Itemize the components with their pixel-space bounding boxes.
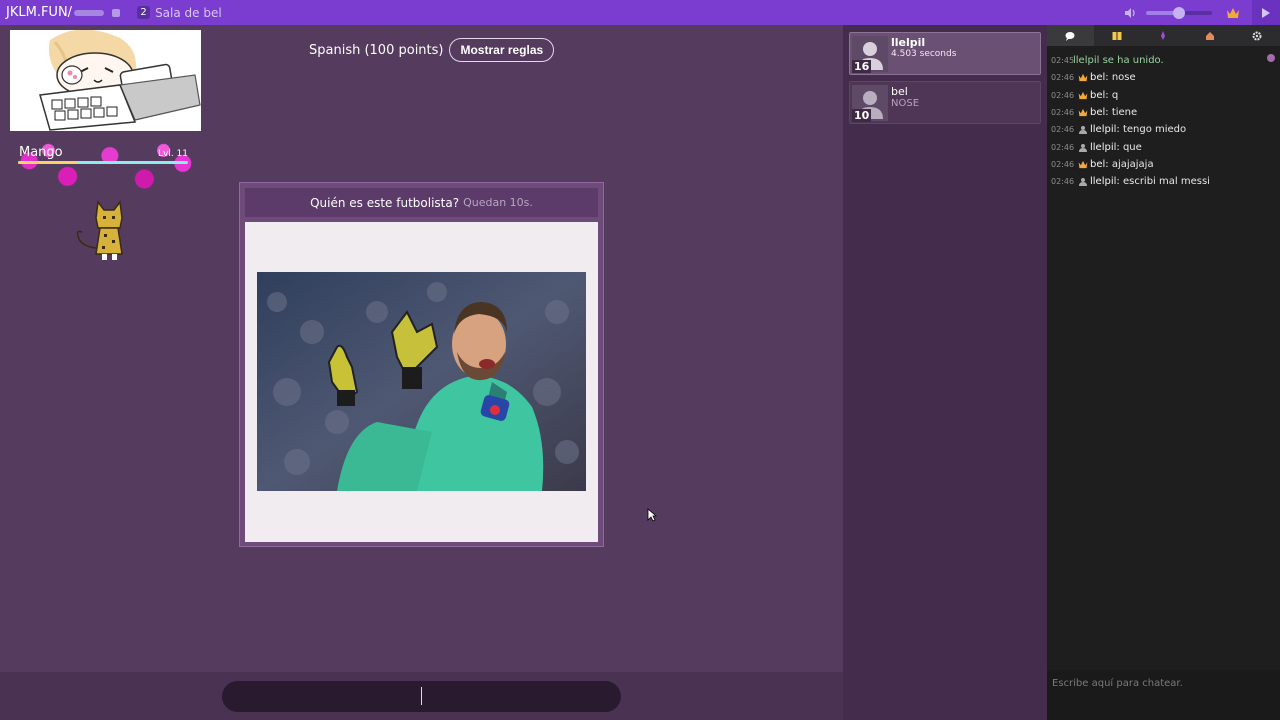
players-panel: 16 llelpil 4.503 seconds 10 bel NOSE	[843, 25, 1047, 720]
chat-message: 02:46 bel: q	[1047, 87, 1280, 104]
house-icon	[1206, 31, 1215, 40]
xp-bar-fill	[18, 161, 78, 164]
crown-icon	[1077, 73, 1088, 82]
chat-message-nick[interactable]: bel	[1090, 159, 1105, 170]
room-number-badge: 2	[137, 6, 151, 19]
game-info-line: Spanish (100 points) Mostrar reglas	[309, 38, 555, 62]
anime-keyboard-illustration	[10, 30, 201, 131]
chat-message: 02:45 llelpil se ha unido.	[1047, 52, 1280, 69]
room-name: Sala de bel	[155, 5, 222, 20]
chat-message-time: 02:46	[1051, 108, 1075, 118]
room-code-blurred	[74, 9, 105, 16]
play-button[interactable]	[1252, 0, 1280, 25]
profile-avatar-banner	[10, 30, 201, 131]
player-name: Mango	[19, 145, 63, 160]
chat-message: 02:46 bel: nose	[1047, 69, 1280, 86]
volume-icon[interactable]	[1124, 7, 1136, 19]
user-icon	[1077, 125, 1088, 135]
player-nameplate: Mango Lvl. 11	[10, 140, 202, 192]
question-timer: Quedan 10s.	[463, 196, 533, 209]
settings-icon	[1252, 31, 1262, 40]
player-status: 4.503 seconds	[891, 49, 957, 59]
chat-message-nick[interactable]: llelpil	[1090, 124, 1116, 135]
tab-rocket[interactable]	[1140, 25, 1187, 46]
chat-message-time: 02:46	[1051, 125, 1075, 135]
mouse-cursor-icon	[647, 508, 657, 522]
chat-message-time: 02:46	[1051, 177, 1075, 187]
chat-message: 02:46 llelpil: que	[1047, 138, 1280, 155]
player-level: Lvl. 11	[157, 149, 188, 159]
chat-message-nick[interactable]: bel	[1090, 72, 1105, 83]
chat-message-time: 02:46	[1051, 142, 1075, 152]
text-caret	[421, 687, 422, 705]
chat-message-text: : q	[1105, 89, 1119, 101]
lock-icon	[112, 8, 121, 17]
chat-panel: 02:45 llelpil se ha unido. 02:46 bel: nose 0…	[1047, 25, 1280, 720]
chat-message-text: : ajajajaja	[1105, 158, 1154, 170]
crown-icon	[1077, 91, 1088, 100]
xp-bar	[18, 161, 188, 164]
tab-chat[interactable]	[1047, 25, 1094, 46]
chat-message-text: : nose	[1105, 72, 1136, 84]
volume-slider-knob[interactable]	[1173, 6, 1185, 19]
chat-message-text: : que	[1116, 141, 1142, 153]
chat-message-text: : tengo miedo	[1116, 124, 1187, 136]
chat-message-nick[interactable]: llelpil	[1090, 176, 1116, 187]
volume-slider[interactable]	[1146, 6, 1212, 19]
top-bar: JKLM.FUN/ 2 Sala de bel	[0, 0, 1280, 25]
rocket-icon	[1161, 30, 1166, 40]
pixel-cat-pet	[76, 200, 123, 260]
question-text: Quién es este futbolista?	[310, 195, 460, 210]
language-points-label: Spanish (100 points)	[309, 42, 444, 58]
player-name: llelpil	[891, 36, 926, 49]
top-controls	[1124, 0, 1280, 25]
chat-message: 02:46 llelpil: tengo miedo	[1047, 121, 1280, 138]
chat-messages: 02:45 llelpil se ha unido. 02:46 bel: nose 0…	[1047, 52, 1280, 190]
user-icon	[1077, 177, 1088, 187]
chat-tabs	[1047, 25, 1280, 46]
site-name[interactable]: JKLM.FUN/	[6, 5, 72, 20]
question-header: Quién es este futbolista? Quedan 10s.	[245, 188, 598, 217]
player-card[interactable]: 10 bel NOSE	[849, 81, 1041, 124]
chat-message-time: 02:46	[1051, 159, 1075, 169]
chat-message: 02:46 llelpil: escribi mal messi	[1047, 173, 1280, 190]
tab-players[interactable]	[1094, 25, 1141, 46]
chat-bubble-icon	[1065, 31, 1075, 41]
question-card: Quién es este futbolista? Quedan 10s.	[239, 182, 604, 547]
chat-message-time: 02:46	[1051, 73, 1075, 83]
chat-message-time: 02:45	[1051, 56, 1075, 66]
chat-input[interactable]	[1047, 670, 1280, 720]
chat-message: 02:46 bel: ajajajaja	[1047, 156, 1280, 173]
footballer-photo	[257, 272, 586, 491]
player-score: 10	[852, 109, 872, 122]
chat-message-text: llelpil se ha unido.	[1073, 55, 1164, 67]
chat-message-time: 02:46	[1051, 90, 1075, 100]
site-link[interactable]: JKLM.FUN/	[0, 5, 121, 20]
player-card[interactable]: 16 llelpil 4.503 seconds	[849, 32, 1041, 75]
chat-message-text: : tiene	[1105, 107, 1138, 119]
crown-icon	[1077, 160, 1088, 169]
show-rules-button[interactable]: Mostrar reglas	[449, 38, 555, 62]
player-status: NOSE	[891, 98, 920, 109]
chat-message-nick[interactable]: bel	[1090, 107, 1105, 118]
players-icon	[1112, 31, 1122, 40]
chat-message-nick[interactable]: llelpil	[1090, 142, 1116, 153]
tab-room[interactable]	[1187, 25, 1234, 46]
tab-settings[interactable]	[1233, 25, 1280, 46]
question-image-panel	[245, 222, 598, 542]
chat-message-text: : escribi mal messi	[1116, 176, 1210, 188]
play-icon	[1262, 7, 1270, 18]
crown-icon[interactable]	[1226, 7, 1240, 19]
chat-message: 02:46 bel: tiene	[1047, 104, 1280, 121]
player-score: 16	[852, 60, 872, 73]
chat-message-nick[interactable]: bel	[1090, 90, 1105, 101]
crown-icon	[1077, 108, 1088, 117]
user-icon	[1077, 143, 1088, 152]
player-name: bel	[891, 85, 908, 98]
